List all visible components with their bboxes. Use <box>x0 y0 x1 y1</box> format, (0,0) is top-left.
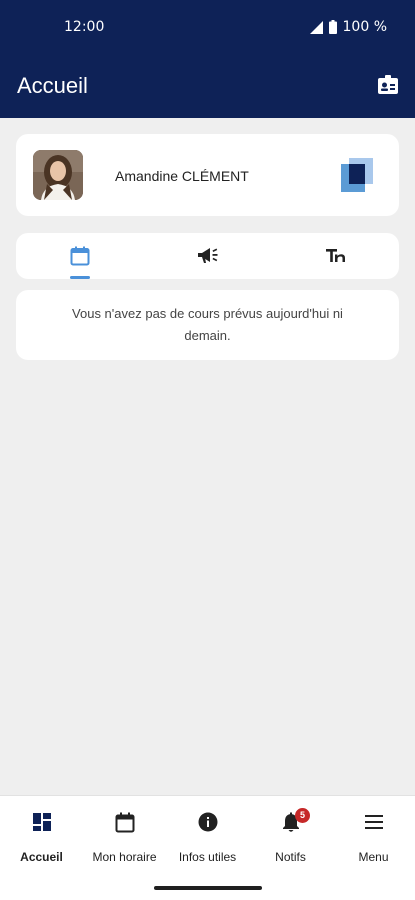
page-title: Accueil <box>17 73 88 98</box>
nav-mon-horaire[interactable]: Mon horaire <box>83 808 166 868</box>
home-indicator[interactable] <box>154 886 262 890</box>
no-courses-text: Vous n'avez pas de cours prévus aujourd'… <box>72 306 343 343</box>
signal-icon <box>309 20 323 34</box>
notification-count-badge: 5 <box>295 808 310 823</box>
account-switch-button[interactable] <box>341 158 377 192</box>
app-bar: Accueil <box>0 56 415 118</box>
nav-menu[interactable]: Menu <box>332 808 415 868</box>
bottom-navigation: Accueil Mon horaire Infos utiles 5 Notif… <box>0 795 415 900</box>
nav-notifs[interactable]: 5 Notifs <box>249 808 332 868</box>
account-switch-icon <box>341 158 373 192</box>
profile-card[interactable]: Amandine CLÉMENT <box>16 134 399 216</box>
profile-name: Amandine CLÉMENT <box>115 168 249 184</box>
nav-label-menu: Menu <box>358 850 389 864</box>
battery-icon <box>328 20 337 34</box>
status-bar: 12:00 100 % <box>0 0 415 56</box>
battery-percent: 100 % <box>342 19 387 35</box>
home-tabs <box>16 233 399 279</box>
nav-accueil[interactable]: Accueil <box>0 808 83 868</box>
info-icon <box>198 812 217 832</box>
no-courses-message: Vous n'avez pas de cours prévus aujourd'… <box>16 290 399 360</box>
dashboard-icon <box>32 813 51 831</box>
tab-text[interactable] <box>296 233 376 279</box>
id-card-icon <box>378 75 398 94</box>
avatar-photo <box>33 150 83 200</box>
menu-icon <box>364 815 383 829</box>
megaphone-icon <box>198 248 218 263</box>
tab-calendar[interactable] <box>40 233 120 279</box>
avatar <box>33 150 83 200</box>
nav-label-accueil: Accueil <box>20 850 63 864</box>
status-time: 12:00 <box>64 19 105 35</box>
id-card-button[interactable] <box>375 72 401 98</box>
calendar-icon <box>70 246 90 266</box>
calendar-icon <box>115 812 134 832</box>
text-icon <box>326 249 345 262</box>
nav-label-mon-horaire: Mon horaire <box>92 850 157 864</box>
tab-announcements[interactable] <box>168 233 248 279</box>
status-icons: 100 % <box>309 19 387 35</box>
nav-infos-utiles[interactable]: Infos utiles <box>166 808 249 868</box>
nav-label-infos-utiles: Infos utiles <box>178 850 237 864</box>
nav-label-notifs: Notifs <box>275 850 306 864</box>
